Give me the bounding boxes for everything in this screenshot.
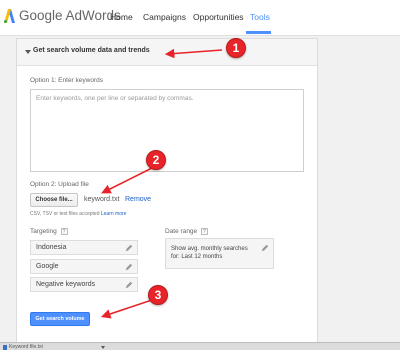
targeting-negative-keywords-value: Negative keywords — [36, 281, 96, 288]
learn-more-link[interactable]: Learn more — [101, 211, 127, 217]
option1-label: Option 1: Enter keywords — [30, 77, 103, 84]
annotation-badge-2: 2 — [146, 150, 166, 170]
targeting-network-value: Google — [36, 263, 59, 270]
nav-tools[interactable]: Tools — [250, 12, 270, 22]
panel-header[interactable]: Get search volume data and trends — [17, 39, 317, 66]
targeting-label-row: Targeting ? — [30, 228, 68, 235]
panel-title: Get search volume data and trends — [33, 47, 150, 54]
top-navigation: Google AdWords Home Campaigns Opportunit… — [0, 0, 400, 36]
keywords-textarea[interactable] — [30, 89, 304, 172]
targeting-network-field[interactable]: Google — [30, 259, 138, 274]
date-range-label-row: Date range ? — [165, 228, 208, 235]
logo-text: Google AdWords — [19, 8, 121, 23]
nav-active-indicator — [246, 31, 271, 34]
targeting-location-field[interactable]: Indonesia — [30, 240, 138, 255]
pencil-icon[interactable] — [261, 244, 269, 252]
targeting-help-icon[interactable]: ? — [60, 228, 68, 235]
uploaded-filename: keyword.txt — [84, 196, 120, 203]
date-range-label: Date range — [165, 228, 198, 236]
targeting-label: Targeting — [30, 228, 57, 236]
option2-label: Option 2: Upload file — [30, 181, 89, 188]
upload-help-text: CSV, TSV or text files accepted Learn mo… — [30, 211, 126, 217]
targeting-negative-keywords-field[interactable]: Negative keywords — [30, 277, 138, 292]
pencil-icon[interactable] — [125, 263, 133, 271]
adwords-logo-icon — [4, 8, 15, 23]
nav-campaigns[interactable]: Campaigns — [143, 12, 186, 22]
nav-home[interactable]: Home — [110, 12, 133, 22]
annotation-badge-3: 3 — [148, 285, 168, 305]
help-prefix: CSV, TSV or text files accepted — [30, 211, 101, 217]
choose-file-button[interactable]: Choose file... — [30, 193, 78, 207]
chevron-down-icon[interactable] — [101, 346, 105, 349]
file-icon — [3, 345, 7, 350]
get-search-volume-button[interactable]: Get search volume — [30, 312, 90, 326]
targeting-location-value: Indonesia — [36, 244, 67, 251]
remove-file-link[interactable]: Remove — [125, 196, 151, 203]
date-range-field[interactable]: Show avg. monthly searches for: Last 12 … — [165, 238, 274, 269]
download-item-label[interactable]: Keyword file.txt — [9, 344, 43, 350]
pencil-icon[interactable] — [125, 244, 133, 252]
nav-opportunities[interactable]: Opportunities — [193, 12, 244, 22]
adwords-logo[interactable]: Google AdWords — [4, 8, 121, 23]
download-bar: Keyword file.txt — [0, 342, 400, 350]
pencil-icon[interactable] — [125, 281, 133, 289]
date-range-value: Show avg. monthly searches for: Last 12 … — [171, 246, 248, 260]
annotation-badge-1: 1 — [226, 38, 246, 58]
date-range-help-icon[interactable]: ? — [200, 228, 208, 235]
caret-down-icon[interactable] — [25, 50, 31, 54]
